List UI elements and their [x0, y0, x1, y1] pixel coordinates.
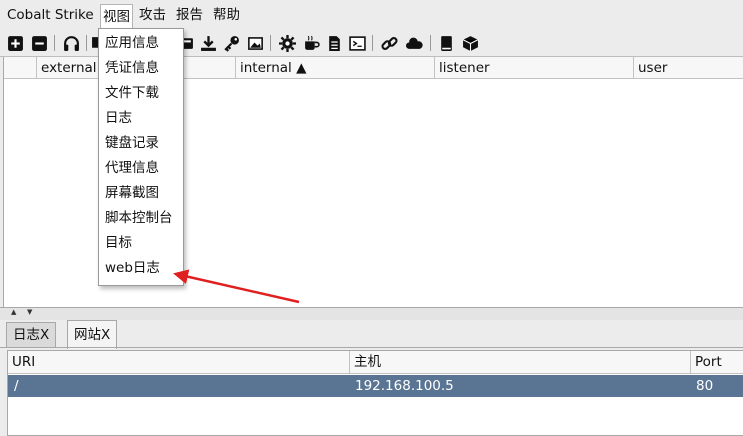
column-header-uri[interactable]: URI: [8, 351, 350, 374]
cell-port: 80: [696, 378, 714, 394]
menu-help[interactable]: 帮助: [211, 5, 242, 26]
download-icon[interactable]: [199, 34, 217, 52]
view-menu-dropdown: 应用信息 凭证信息 文件下载 日志 键盘记录 代理信息 屏幕截图 脚本控制台 目…: [98, 28, 184, 286]
key-icon[interactable]: [222, 34, 240, 52]
tab-sites[interactable]: 网站X: [67, 320, 118, 349]
tab-log[interactable]: 日志X: [6, 322, 57, 348]
plus-icon[interactable]: [6, 34, 24, 52]
minus-icon[interactable]: [30, 34, 48, 52]
menu-item-log[interactable]: 日志: [105, 106, 132, 131]
column-header-icon[interactable]: [4, 57, 37, 79]
menu-item-targets[interactable]: 目标: [105, 231, 132, 256]
menu-item-script-console[interactable]: 脚本控制台: [105, 206, 173, 231]
book-icon[interactable]: [437, 34, 455, 52]
menu-attack[interactable]: 攻击: [137, 5, 168, 26]
menu-item-proxy-info[interactable]: 代理信息: [105, 156, 159, 181]
tab-bar: 日志X 网站X: [0, 319, 743, 349]
menu-item-credentials[interactable]: 凭证信息: [105, 56, 159, 81]
expand-up-icon[interactable]: ▲: [11, 308, 16, 316]
menu-item-screenshots[interactable]: 屏幕截图: [105, 181, 159, 206]
sites-table: URI 主机 Port / 192.168.100.5 80: [7, 350, 743, 436]
cell-uri: /: [14, 378, 19, 394]
expand-down-icon[interactable]: ▼: [27, 308, 32, 316]
terminal-icon[interactable]: [348, 34, 366, 52]
column-header-listener[interactable]: listener: [435, 57, 634, 79]
cloud-icon[interactable]: [405, 34, 423, 52]
settings-gear-icon[interactable]: [278, 34, 296, 52]
headphones-icon[interactable]: [62, 34, 80, 52]
menu-item-web-log[interactable]: web日志: [105, 256, 160, 281]
cube-icon[interactable]: [461, 34, 479, 52]
column-header-internal[interactable]: internal ▲: [236, 57, 435, 79]
coffee-icon[interactable]: [302, 34, 320, 52]
cell-host: 192.168.100.5: [355, 378, 454, 394]
menu-reports[interactable]: 报告: [174, 5, 205, 26]
menu-item-keystrokes[interactable]: 键盘记录: [105, 131, 159, 156]
document-icon[interactable]: [325, 34, 343, 52]
menu-view[interactable]: 视图: [100, 4, 133, 29]
image-icon[interactable]: [246, 34, 264, 52]
column-header-user[interactable]: user: [634, 57, 743, 79]
tab-divider: [0, 347, 743, 348]
column-header-port[interactable]: Port: [691, 351, 743, 374]
menu-cobalt-strike[interactable]: Cobalt Strike: [5, 5, 96, 26]
menu-item-app-info[interactable]: 应用信息: [105, 31, 159, 56]
link-icon[interactable]: [380, 34, 398, 52]
column-header-host[interactable]: 主机: [350, 351, 691, 374]
menu-item-downloads[interactable]: 文件下载: [105, 81, 159, 106]
table-row[interactable]: / 192.168.100.5 80: [8, 375, 743, 397]
menu-bar: Cobalt Strike 视图 攻击 报告 帮助: [0, 0, 743, 30]
